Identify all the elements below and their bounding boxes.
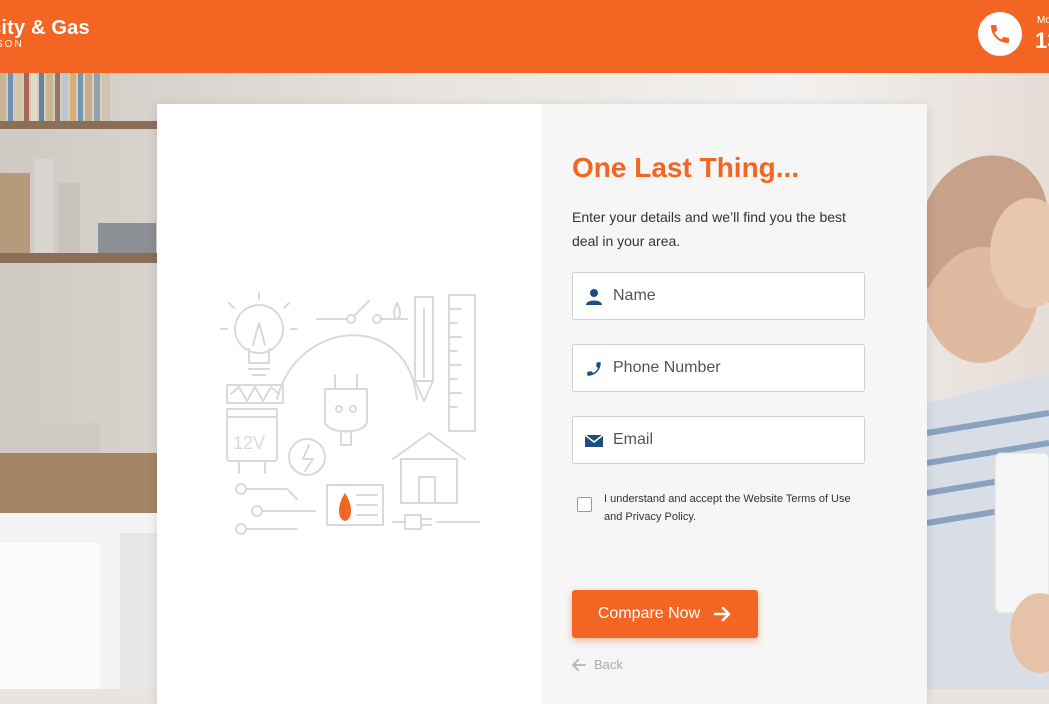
terms-label[interactable]: I understand and accept the Website Term…: [604, 490, 859, 526]
flame-icon: [339, 493, 351, 521]
phone-icon[interactable]: [978, 12, 1022, 56]
circuit-icon: [235, 483, 316, 535]
back-link[interactable]: Back: [572, 657, 623, 672]
logo-text[interactable]: city & Gas: [0, 17, 90, 40]
envelope-icon: [585, 434, 603, 447]
resistor-icon: [226, 384, 284, 404]
phone-label: Mo: [1037, 15, 1049, 26]
logo-subtext: SON: [0, 39, 24, 50]
compare-now-label: Compare Now: [597, 605, 701, 622]
back-label: Back: [594, 657, 623, 672]
terms-checkbox[interactable]: [577, 497, 592, 512]
phone-field[interactable]: [572, 344, 865, 392]
name-field[interactable]: [572, 272, 865, 320]
illustration-panel: 12V: [157, 104, 542, 704]
arrow-right-icon: [714, 606, 731, 622]
phone-input[interactable]: [613, 345, 853, 391]
utilities-illustration: 12V: [220, 292, 480, 535]
email-input[interactable]: [613, 417, 853, 463]
user-icon: [586, 289, 602, 305]
gas-card-icon: [326, 484, 384, 526]
form-card: 12V One Last Thing... Enter your details…: [157, 104, 927, 704]
battery-label: 12V: [233, 433, 265, 453]
plug-icon: [324, 374, 368, 446]
pencil-icon: [414, 296, 434, 402]
phone-icon: [587, 362, 601, 376]
email-field[interactable]: [572, 416, 865, 464]
house-icon: [392, 432, 466, 504]
meter-icon: [288, 438, 326, 476]
name-input[interactable]: [613, 273, 853, 319]
phone-number[interactable]: 13: [1035, 28, 1049, 54]
form-panel: One Last Thing... Enter your details and…: [542, 104, 927, 704]
compare-now-button[interactable]: Compare Now: [572, 590, 758, 638]
site-header: city & Gas SON Mo 13: [0, 0, 1049, 73]
form-title: One Last Thing...: [572, 152, 800, 183]
small-plug-icon: [392, 514, 480, 530]
battery-icon: 12V: [226, 408, 278, 474]
switch-icon: [316, 300, 408, 324]
lightbulb-icon: [220, 292, 298, 376]
arrow-left-icon: [572, 658, 586, 671]
form-subtitle: Enter your details and we’ll find you th…: [572, 209, 846, 249]
ruler-icon: [448, 294, 476, 432]
